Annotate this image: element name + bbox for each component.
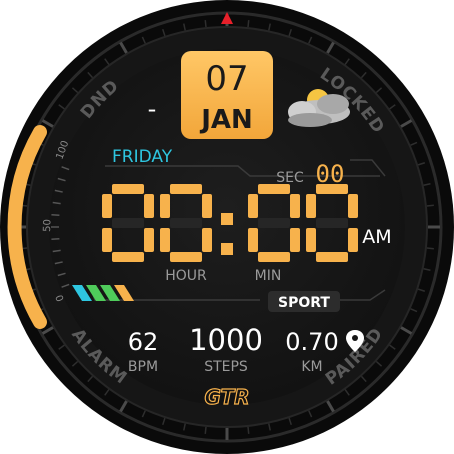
heart-rate-value: 62 bbox=[128, 328, 159, 356]
hour-digit-segment bbox=[102, 194, 112, 218]
hour-digit-segment bbox=[144, 228, 154, 252]
weekday: FRIDAY bbox=[112, 147, 173, 167]
ghost-segment bbox=[112, 218, 144, 228]
ampm-indicator: AM bbox=[362, 226, 391, 248]
minute-digit-segment bbox=[258, 252, 290, 262]
hour-digit-segment bbox=[170, 252, 202, 262]
sport-mode-label: SPORT bbox=[278, 295, 330, 311]
hour-digit-segment bbox=[112, 184, 144, 194]
minute-digit-segment bbox=[258, 184, 290, 194]
date-month: JAN bbox=[199, 105, 253, 135]
steps-unit: STEPS bbox=[204, 359, 248, 375]
bezel-tick bbox=[204, 20, 207, 28]
date-day: 07 bbox=[205, 59, 248, 99]
seconds-label: SEC bbox=[276, 170, 304, 186]
distance-value: 0.70 bbox=[285, 328, 338, 356]
bezel-tick bbox=[247, 20, 250, 28]
battery-tick bbox=[51, 213, 60, 217]
hour-digit-segment bbox=[112, 252, 144, 262]
ghost-segment bbox=[258, 218, 290, 228]
hour-digit-segment bbox=[160, 194, 170, 218]
hour-digit-segment bbox=[102, 228, 112, 252]
minute-digit-segment bbox=[306, 228, 316, 252]
bezel-tick bbox=[426, 247, 434, 250]
hour-digit-segment bbox=[202, 194, 212, 218]
minute-digit-segment bbox=[348, 194, 358, 218]
minute-digit-segment bbox=[248, 194, 258, 218]
hour-digit-segment bbox=[202, 228, 212, 252]
ghost-segment bbox=[316, 218, 348, 228]
battery-tick bbox=[51, 237, 60, 241]
minute-digit-segment bbox=[316, 184, 348, 194]
minute-label: MIN bbox=[255, 268, 282, 284]
brand-logo: GTR bbox=[204, 385, 249, 409]
heart-rate-unit: BPM bbox=[128, 359, 158, 375]
hour-digit-segment bbox=[170, 184, 202, 194]
hour-label: HOUR bbox=[165, 268, 207, 284]
minute-digit-segment bbox=[348, 228, 358, 252]
hour-digit-segment bbox=[160, 228, 170, 252]
weather-temperature: - bbox=[148, 95, 157, 123]
minute-digit-segment bbox=[248, 228, 258, 252]
steps-value: 1000 bbox=[189, 323, 263, 357]
bezel-tick bbox=[204, 426, 207, 434]
seconds-value: 00 bbox=[316, 160, 345, 188]
bezel-tick bbox=[426, 204, 434, 207]
watch-face: DND LOCKED ALARM PAIRED 100 50 0 07 JAN … bbox=[0, 0, 454, 454]
minute-digit-segment bbox=[316, 252, 348, 262]
distance-unit: KM bbox=[301, 359, 322, 375]
battery-scale-50: 50 bbox=[42, 219, 53, 232]
minute-digit-segment bbox=[290, 228, 300, 252]
minute-digit-segment bbox=[290, 194, 300, 218]
minute-digit-segment bbox=[306, 194, 316, 218]
watch-face-screen: DND LOCKED ALARM PAIRED 100 50 0 07 JAN … bbox=[0, 0, 454, 454]
bezel-tick bbox=[247, 426, 250, 434]
hour-digit-segment bbox=[144, 194, 154, 218]
ghost-segment bbox=[170, 218, 202, 228]
